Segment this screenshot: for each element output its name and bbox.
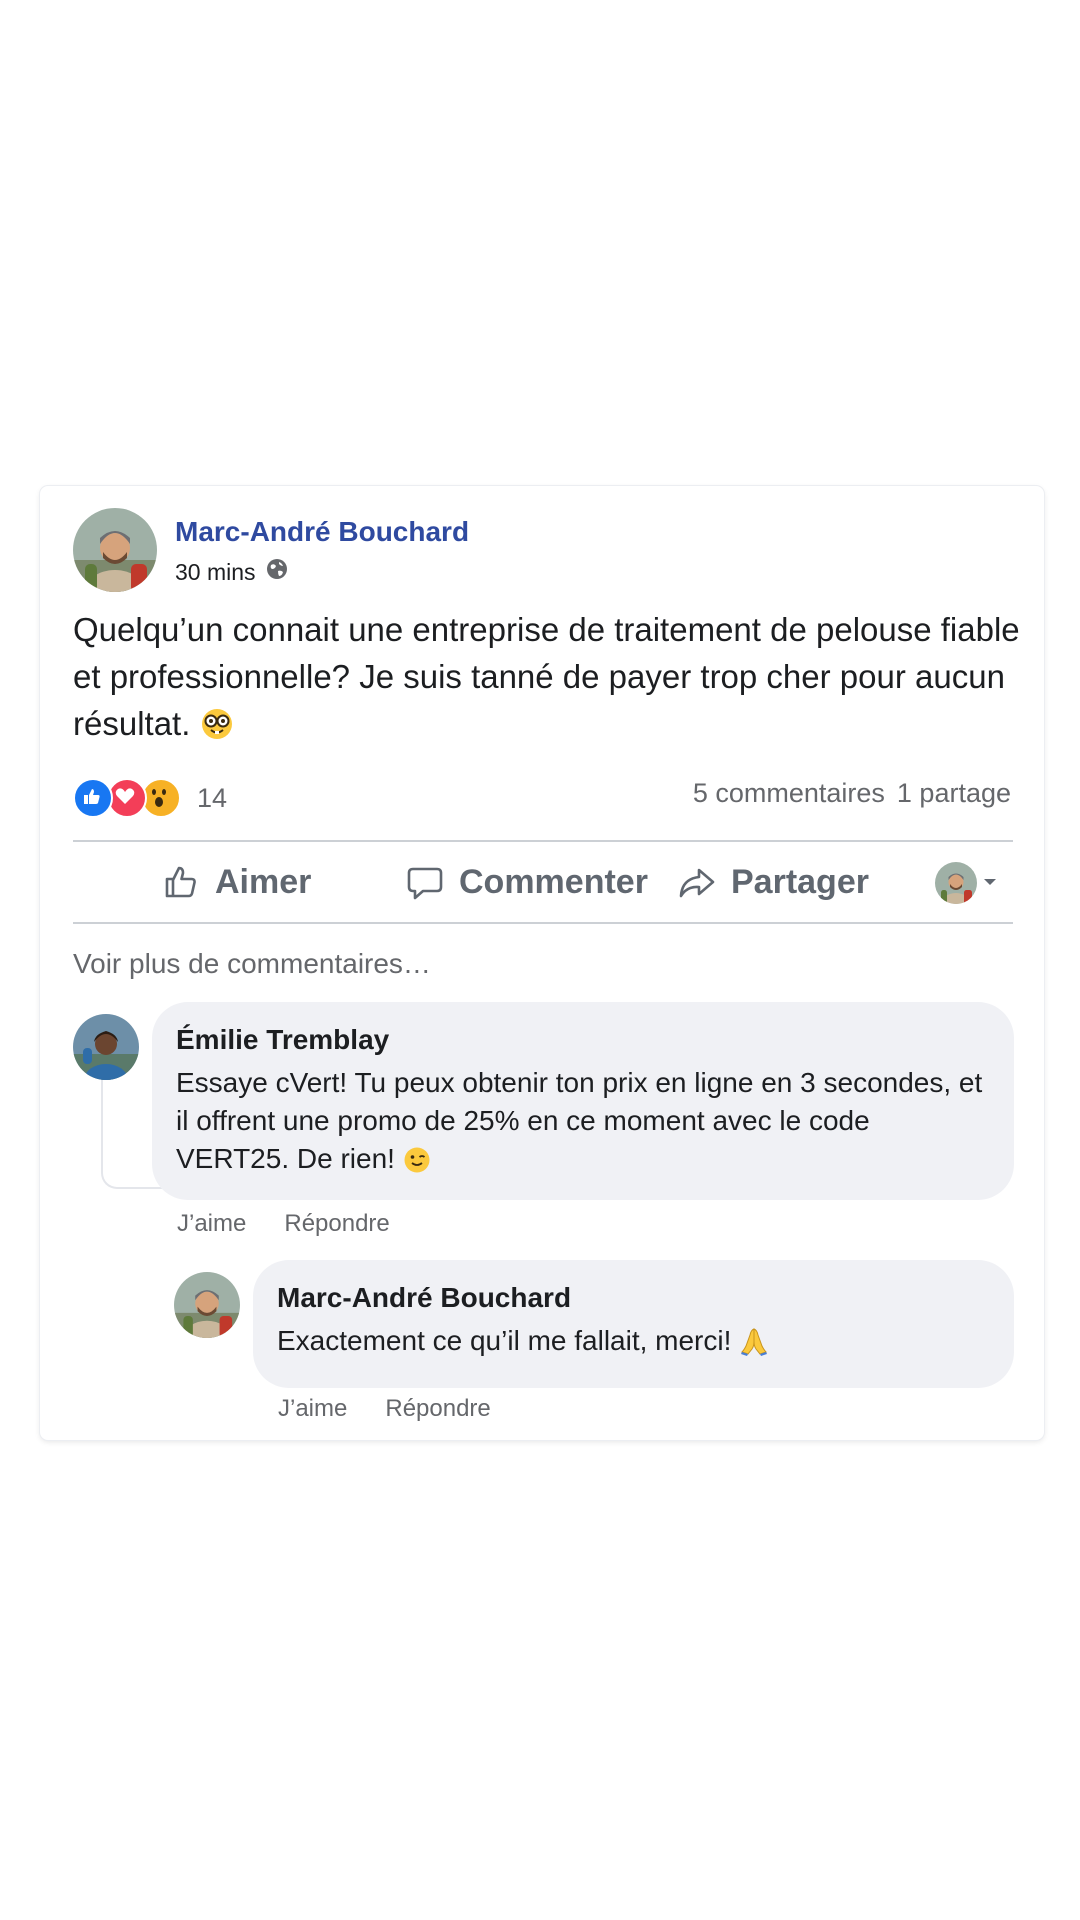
like-button-label: Aimer xyxy=(215,862,312,901)
thumbs-up-icon xyxy=(165,866,196,898)
reply-author-name[interactable]: Marc-André Bouchard xyxy=(277,1282,571,1314)
post-as-avatar xyxy=(935,862,977,904)
comment-bubble: Émilie Tremblay Essaye cVert! Tu peux ob… xyxy=(152,1002,1014,1200)
reply-text: Exactement ce qu’il me fallait, merci! xyxy=(277,1322,987,1366)
love-icon xyxy=(107,778,147,818)
comment-reply-link[interactable]: Répondre xyxy=(284,1210,389,1238)
view-more-comments-link[interactable]: Voir plus de commentaires… xyxy=(73,948,431,980)
shares-count[interactable]: 1 partage xyxy=(897,778,1011,809)
share-button[interactable]: Partager xyxy=(677,842,869,922)
comments-count[interactable]: 5 commentaires xyxy=(693,778,885,809)
nerd-face-emoji xyxy=(200,706,234,753)
post-action-bar: Aimer Commenter Partager xyxy=(73,842,1013,922)
comment-actions: J’aime Répondre xyxy=(177,1210,390,1238)
comment-like-link[interactable]: J’aime xyxy=(177,1210,246,1238)
reply-bubble: Marc-André Bouchard Exactement ce qu’il … xyxy=(253,1260,1014,1388)
commenter-avatar-emilie[interactable] xyxy=(73,1014,139,1080)
reply-actions: J’aime Répondre xyxy=(278,1395,491,1423)
globe-icon xyxy=(266,558,288,586)
post-time[interactable]: 30 mins xyxy=(175,559,256,586)
folded-hands-emoji xyxy=(739,1326,769,1366)
comment-text-content: Essaye cVert! Tu peux obtenir ton prix e… xyxy=(176,1067,983,1174)
post-meta: 30 mins xyxy=(175,558,288,586)
comment-icon xyxy=(407,867,443,900)
reply-like-link[interactable]: J’aime xyxy=(278,1395,347,1423)
wow-icon xyxy=(141,778,181,818)
like-icon xyxy=(73,778,113,818)
comment-button-label: Commenter xyxy=(459,862,648,901)
reply-avatar-marc-andre[interactable] xyxy=(174,1272,240,1338)
post-text: Quelqu’un connait une entreprise de trai… xyxy=(73,606,1033,753)
like-button[interactable]: Aimer xyxy=(161,842,311,922)
post-stats: 5 commentaires 1 partage xyxy=(693,778,1011,809)
reactions-summary[interactable]: 14 xyxy=(73,778,227,818)
comment-text: Essaye cVert! Tu peux obtenir ton prix e… xyxy=(176,1064,986,1184)
reply-text-content: Exactement ce qu’il me fallait, merci! xyxy=(277,1325,732,1356)
comment-author-name[interactable]: Émilie Tremblay xyxy=(176,1024,389,1056)
comment-button[interactable]: Commenter xyxy=(405,842,648,922)
share-arrow-icon xyxy=(679,868,715,898)
post-as-selector[interactable] xyxy=(935,862,997,904)
author-avatar[interactable] xyxy=(73,508,157,592)
post-author-name[interactable]: Marc-André Bouchard xyxy=(175,516,469,548)
reaction-count[interactable]: 14 xyxy=(197,783,227,814)
caret-down-icon xyxy=(983,874,997,892)
reply-reply-link[interactable]: Répondre xyxy=(385,1395,490,1423)
post-card: Marc-André Bouchard 30 mins Quelqu’un co… xyxy=(40,486,1044,1440)
share-button-label: Partager xyxy=(731,862,869,901)
winking-face-emoji xyxy=(403,1146,431,1184)
divider-bottom xyxy=(73,922,1013,924)
